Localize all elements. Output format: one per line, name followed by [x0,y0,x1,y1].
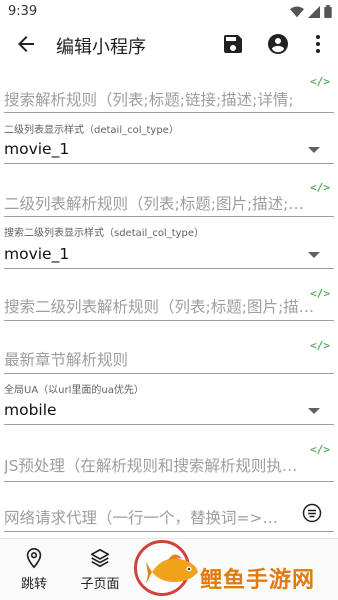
detail-col-type-value: movie_1 [4,140,70,158]
search-rule-field[interactable]: </> 搜索解析规则（列表;标题;链接;描述;详情; [4,74,334,114]
sdetail-col-type-value: movie_1 [4,245,70,263]
sdetail-col-type-label: 搜索二级列表显示样式（sdetail_col_type） [4,228,205,239]
wifi-icon [290,5,304,17]
account-icon[interactable] [266,32,290,56]
field-underline [4,320,334,321]
sdetail-col-type-select[interactable]: movie_1 [4,243,334,269]
location-pin-icon [26,548,42,569]
detail-rule-field[interactable]: </> 二级列表解析规则（列表;标题;图片;描述;… [4,180,334,220]
proxy-placeholder: 网络请求代理（一行一个，替换词=>… [4,509,278,527]
ua-label: 全局UA（以url里面的ua优先） [4,385,144,396]
field-underline [4,531,334,532]
back-arrow-icon[interactable] [14,32,38,56]
more-vert-icon[interactable] [306,32,330,56]
nav-item-subpage[interactable]: 子页面 [70,547,130,592]
nav-label: 子页面 [80,577,120,592]
layers-icon [90,548,110,568]
detail-col-type-label: 二级列表显示样式（detail_col_type） [4,125,179,136]
field-underline [4,216,334,217]
field-underline [4,268,334,269]
nav-item-jump[interactable]: 跳转 [4,547,64,592]
latest-chapter-placeholder: 最新章节解析规则 [4,351,129,369]
js-preprocess-placeholder: JS预处理（在解析规则和搜索解析规则执… [4,457,298,475]
format-list-icon[interactable] [302,503,322,523]
sdetail-rule-placeholder: 搜索二级列表解析规则（列表;标题;图片;描… [4,298,315,316]
field-underline [4,424,334,425]
ua-value: mobile [4,401,57,419]
carp-logo-icon [146,554,198,584]
field-underline [4,481,334,482]
code-edit-icon[interactable]: </> [310,75,330,88]
status-icons [290,5,332,18]
dropdown-caret-icon [308,252,320,258]
field-underline [4,112,334,113]
latest-chapter-field[interactable]: </> 最新章节解析规则 [4,338,334,374]
dropdown-caret-icon [308,147,320,153]
page-title: 编辑小程序 [56,37,146,58]
battery-icon [324,5,332,18]
status-time: 9:39 [8,4,38,19]
field-underline [4,163,334,164]
field-underline [4,373,334,374]
search-rule-placeholder: 搜索解析规则（列表;标题;链接;描述;详情; [4,91,294,109]
watermark-text: 鲤鱼手游网 [200,568,316,593]
proxy-field[interactable]: 网络请求代理（一行一个，替换词=>… [4,500,334,532]
save-icon[interactable] [221,32,245,56]
app-bar: 编辑小程序 [0,24,338,64]
detail-rule-placeholder: 二级列表解析规则（列表;标题;图片;描述;… [4,195,304,213]
nav-label: 跳转 [20,577,47,592]
dropdown-caret-icon [308,408,320,414]
sdetail-rule-field[interactable]: </> 搜索二级列表解析规则（列表;标题;图片;描… [4,286,334,326]
ua-select[interactable]: mobile [4,399,334,425]
js-preprocess-field[interactable]: </> JS预处理（在解析规则和搜索解析规则执… [4,442,334,482]
status-bar: 9:39 [0,0,338,24]
detail-col-type-select[interactable]: movie_1 [4,138,334,164]
signal-icon [308,5,320,18]
